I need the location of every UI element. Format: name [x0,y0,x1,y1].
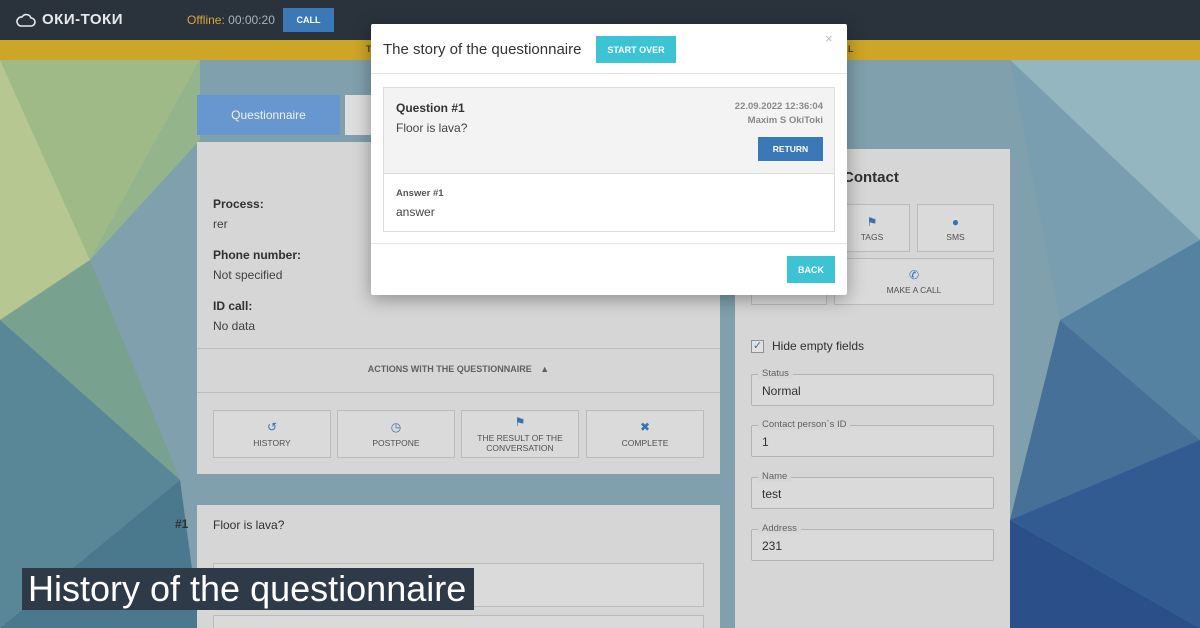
cloud-icon [16,13,36,27]
caption-banner: History of the questionnaire [22,568,475,610]
history-question-text: Floor is lava? [396,121,468,135]
logo-text: ОКИ-ТОКИ [42,11,123,28]
status-timer: 00:00:20 [228,13,275,27]
status-indicator: Offline: 00:00:20 [187,13,275,27]
status-label: Offline: [187,13,225,27]
modal-footer-divider [371,243,847,244]
modal-title: The story of the questionnaire [383,41,582,58]
history-question-section: Question #1 Floor is lava? 22.09.2022 12… [384,88,834,174]
return-button[interactable]: RETURN [758,137,823,161]
history-answer-title: Answer #1 [396,188,444,199]
history-modal: The story of the questionnaire START OVE… [371,24,847,295]
app-logo[interactable]: ОКИ-ТОКИ [16,11,123,28]
history-question-title: Question #1 [396,101,465,115]
history-user: Maxim S OkiToki [747,115,823,126]
history-timestamp: 22.09.2022 12:36:04 [734,101,823,112]
history-entry: Question #1 Floor is lava? 22.09.2022 12… [383,87,835,232]
start-over-button[interactable]: START OVER [596,36,676,63]
modal-header: The story of the questionnaire START OVE… [371,24,847,74]
back-button[interactable]: BACK [787,256,835,283]
history-answer-text: answer [396,205,435,219]
call-button[interactable]: CALL [283,8,334,32]
close-icon[interactable]: × [825,31,833,46]
